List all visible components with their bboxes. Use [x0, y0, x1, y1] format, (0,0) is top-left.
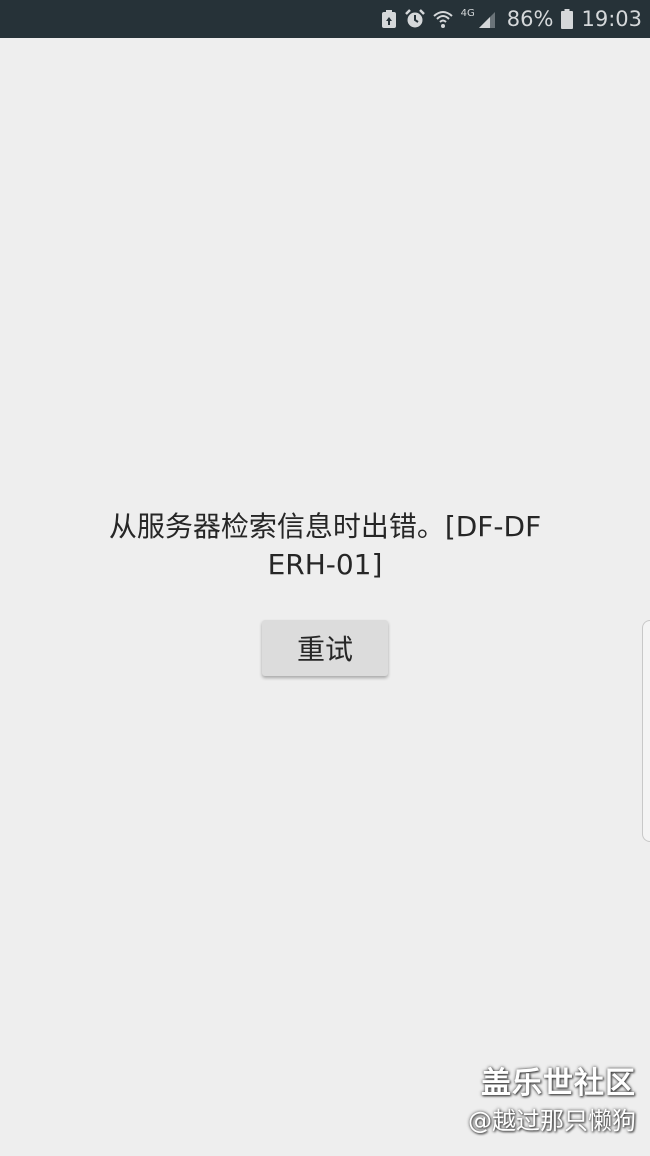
- clock: 19:03: [581, 7, 642, 31]
- watermark-user: @越过那只懒狗: [468, 1107, 636, 1135]
- watermark-title: 盖乐世社区: [481, 1066, 636, 1101]
- content-area: 从服务器检索信息时出错。[DF-DFERH-01] 重试: [0, 38, 650, 1156]
- alarm-icon: [404, 0, 425, 38]
- watermark: 盖乐世社区 @越过那只懒狗: [468, 1066, 636, 1136]
- network-type-label: 4G: [460, 8, 475, 19]
- wifi-icon: [432, 0, 453, 38]
- edge-panel-handle[interactable]: [642, 620, 650, 842]
- retry-button[interactable]: 重试: [262, 620, 388, 676]
- status-icons: 4G 86% 19:03: [381, 0, 642, 38]
- notification-icon: [381, 0, 397, 38]
- battery-percent: 86%: [506, 7, 554, 31]
- status-bar: 4G 86% 19:03: [0, 0, 650, 38]
- battery-icon: [561, 0, 574, 38]
- error-message: 从服务器检索信息时出错。[DF-DFERH-01]: [108, 510, 542, 581]
- signal-icon: [477, 0, 497, 38]
